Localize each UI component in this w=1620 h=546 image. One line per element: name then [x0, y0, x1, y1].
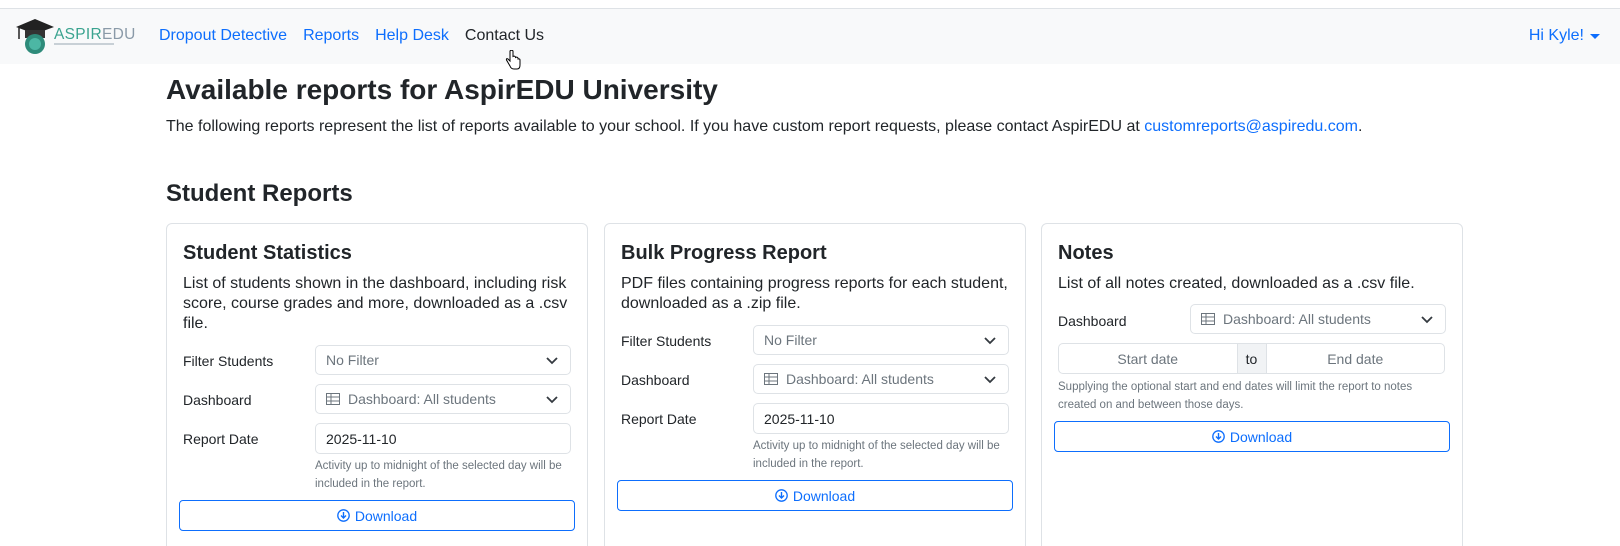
card-description: List of students shown in the dashboard,…: [183, 275, 568, 332]
dashboard-value: Dashboard: All students: [348, 391, 496, 407]
end-date-input[interactable]: End date: [1267, 344, 1445, 373]
download-button[interactable]: Download: [179, 500, 575, 531]
chevron-down-icon: [984, 376, 996, 384]
report-date-input[interactable]: 2025-11-10: [753, 403, 1009, 434]
bulk-progress-report-card: Bulk Progress Report PDF files containin…: [604, 223, 1026, 546]
card-description: PDF files containing progress reports fo…: [621, 275, 1008, 312]
main-nav: Dropout Detective Reports Help Desk Cont…: [159, 27, 544, 45]
user-menu-toggle[interactable]: Hi Kyle!: [1529, 27, 1600, 45]
report-date-help: Activity up to midnight of the selected …: [315, 460, 562, 490]
section-title: Student Reports: [166, 180, 353, 207]
dashboard-select[interactable]: Dashboard: All students: [753, 364, 1009, 394]
graduation-cap-icon: [16, 19, 54, 54]
table-icon: [1201, 313, 1215, 325]
filter-value: No Filter: [764, 332, 817, 348]
card-description: List of all notes created, downloaded as…: [1058, 275, 1415, 292]
navbar: ASPIREDU Dropout Detective Reports Help …: [0, 9, 1620, 70]
date-range-help: Supplying the optional start and end dat…: [1058, 381, 1413, 411]
brand-logo[interactable]: ASPIREDU: [14, 17, 136, 55]
download-label: Download: [1229, 428, 1293, 445]
hand-cursor-icon: [505, 50, 521, 70]
dashboard-select[interactable]: Dashboard: All students: [1190, 304, 1446, 334]
download-button[interactable]: Download: [617, 480, 1013, 511]
filter-students-select[interactable]: No Filter: [753, 325, 1009, 355]
download-circle-icon: [1212, 430, 1225, 443]
student-statistics-card: Student Statistics List of students show…: [166, 223, 588, 546]
chevron-down-icon: [1421, 316, 1433, 324]
nav-dropout-detective[interactable]: Dropout Detective: [159, 27, 287, 45]
notes-card: Notes List of all notes created, downloa…: [1041, 223, 1463, 546]
download-label: Download: [792, 487, 856, 504]
card-title: Student Statistics: [183, 242, 352, 264]
caret-down-icon: [1590, 33, 1600, 39]
report-date-input[interactable]: 2025-11-10: [315, 423, 571, 454]
dashboard-select[interactable]: Dashboard: All students: [315, 384, 571, 414]
nav-help-desk[interactable]: Help Desk: [375, 27, 449, 45]
download-circle-icon: [775, 489, 788, 502]
chevron-down-icon: [546, 396, 558, 404]
date-range-separator: to: [1236, 344, 1267, 373]
download-label: Download: [354, 507, 418, 524]
card-title: Notes: [1058, 242, 1114, 264]
filter-students-select[interactable]: No Filter: [315, 345, 571, 375]
filter-students-label: Filter Students: [183, 353, 274, 369]
start-date-input[interactable]: Start date: [1059, 344, 1237, 373]
table-icon: [326, 393, 340, 405]
filter-value: No Filter: [326, 352, 379, 368]
brand-name: ASPIREDU: [54, 26, 136, 43]
dashboard-label: Dashboard: [183, 392, 252, 408]
brand-tagline: [54, 43, 114, 45]
dashboard-label: Dashboard: [621, 372, 690, 388]
chevron-down-icon: [984, 337, 996, 345]
nav-contact-us[interactable]: Contact Us: [465, 27, 544, 45]
dashboard-value: Dashboard: All students: [786, 371, 934, 387]
nav-reports[interactable]: Reports: [303, 27, 359, 45]
intro-text: The following reports represent the list…: [166, 118, 1363, 135]
chevron-down-icon: [546, 357, 558, 365]
report-date-label: Report Date: [183, 431, 259, 447]
dashboard-value: Dashboard: All students: [1223, 311, 1371, 327]
card-title: Bulk Progress Report: [621, 242, 827, 264]
download-circle-icon: [337, 509, 350, 522]
download-button[interactable]: Download: [1054, 421, 1450, 452]
user-greeting: Hi Kyle!: [1528, 27, 1584, 44]
filter-students-label: Filter Students: [621, 333, 712, 349]
page-title: Available reports for AspirEDU Universit…: [166, 74, 718, 105]
dashboard-label: Dashboard: [1058, 313, 1127, 329]
report-date-label: Report Date: [621, 411, 697, 427]
custom-reports-email-link[interactable]: customreports@aspiredu.com: [1144, 118, 1358, 135]
table-icon: [764, 373, 778, 385]
date-range-group: Start date to End date: [1058, 343, 1445, 374]
report-date-help: Activity up to midnight of the selected …: [753, 440, 1000, 470]
